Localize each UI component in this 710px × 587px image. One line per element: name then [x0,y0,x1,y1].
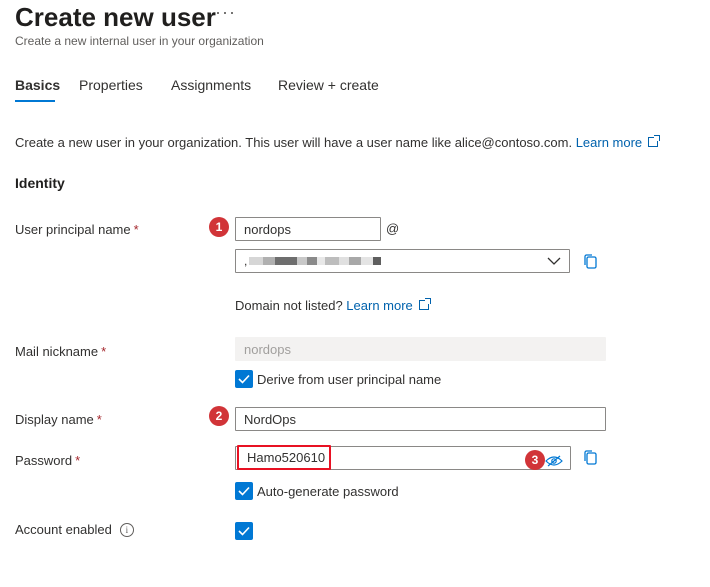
external-link-icon [648,135,661,147]
upn-input[interactable]: nordops [235,217,381,241]
identity-heading: Identity [15,175,65,191]
display-name-label: Display name * [15,412,102,427]
domain-prefix: , [244,254,248,268]
domain-learn-more-link[interactable]: Learn more [346,298,412,313]
domain-select[interactable]: , [235,249,570,273]
at-sign: @ [386,221,400,236]
page-title: Create new user [15,2,216,32]
derive-label: Derive from user principal name [257,372,442,387]
mail-nickname-input: nordops [235,337,606,361]
tab-assignments[interactable]: Assignments [171,77,251,93]
more-options-button[interactable]: ··· [215,2,236,23]
step-badge-1: 1 [209,217,229,237]
checkmark-icon [238,374,250,384]
required-marker: * [133,222,139,237]
account-enabled-label-text: Account enabled [15,522,112,537]
intro-text: Create a new user in your organization. … [15,135,573,150]
display-name-label-text: Display name [15,412,94,427]
eye-icon[interactable] [545,455,563,467]
auto-generate-label: Auto-generate password [257,484,399,499]
copy-password-icon[interactable] [582,449,600,467]
mail-nickname-label: Mail nickname * [15,344,106,359]
checkmark-icon [238,526,250,536]
upn-label: User principal name * [15,222,139,237]
copy-icon[interactable] [582,253,600,271]
domain-hint: Domain not listed? Learn more [235,298,431,313]
required-marker: * [96,412,102,427]
chevron-down-icon [547,257,561,265]
step-badge-3: 3 [525,450,545,470]
mail-nickname-label-text: Mail nickname [15,344,99,359]
checkmark-icon [238,486,250,496]
account-enabled-label: Account enabled i [15,522,134,537]
password-label: Password * [15,453,80,468]
upn-label-text: User principal name [15,222,131,237]
auto-generate-checkbox[interactable] [235,482,253,500]
tab-properties[interactable]: Properties [79,77,143,93]
tab-review-create[interactable]: Review + create [278,77,379,93]
page-subtitle: Create a new internal user in your organ… [15,34,264,48]
domain-value: , [244,254,382,268]
active-tab-indicator [15,100,55,102]
domain-hint-text: Domain not listed? [235,298,343,313]
derive-checkbox[interactable] [235,370,253,388]
info-icon[interactable]: i [119,522,134,537]
learn-more-link[interactable]: Learn more [576,135,642,150]
account-enabled-checkbox[interactable] [235,522,253,540]
tab-basics[interactable]: Basics [15,77,60,93]
password-input[interactable]: Hamo520610 [237,445,331,470]
external-link-icon [418,298,431,310]
step-badge-2: 2 [209,406,229,426]
required-marker: * [101,344,107,359]
display-name-input[interactable]: NordOps [235,407,606,431]
intro-text-row: Create a new user in your organization. … [15,135,661,150]
password-label-text: Password [15,453,73,468]
required-marker: * [75,453,81,468]
